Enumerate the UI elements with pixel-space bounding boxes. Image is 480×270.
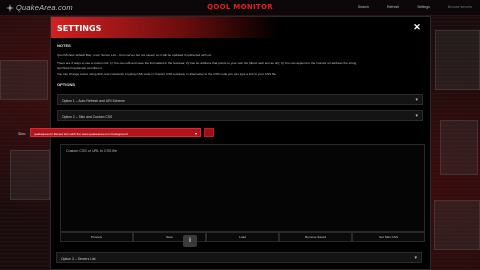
load-button[interactable]: Load — [206, 232, 279, 242]
note-line: There are 3 ways to use a custom list: 1… — [57, 61, 357, 65]
get-skin-css-button[interactable]: Get Skin CSS — [352, 232, 425, 242]
nav-refresh[interactable]: Refresh — [387, 5, 399, 9]
chevron-down-icon: ▾ — [415, 113, 418, 119]
accordion-option-1[interactable]: Option 1 – Auto Refresh and URI Scheme ▾ — [57, 94, 423, 105]
quake-logo-icon — [6, 3, 14, 12]
accordion-option-2[interactable]: Option 2 – Skin and Custom CSS ▾ — [57, 110, 423, 121]
custom-css-placeholder: Custom CSS or URL to CSS file — [66, 149, 117, 153]
accordion-label: Option 2 – Skin and Custom CSS — [62, 114, 113, 119]
app-title: QOOL MONITOR — [207, 3, 273, 11]
accordion-label: Option 3 – Servers List — [61, 256, 96, 261]
notes-title: NOTES — [57, 43, 71, 48]
nav-search[interactable]: Search — [358, 5, 369, 9]
note-line: &p=https://mydomain.com/list.txt — [57, 66, 102, 70]
nav-browse-servers[interactable]: Browse servers — [448, 5, 472, 9]
note-line: Qool Monitor default filter: mod, Server… — [57, 53, 212, 57]
skin-label: Skin: — [18, 132, 26, 136]
background-tile — [440, 120, 478, 175]
background-tile — [435, 30, 480, 90]
note-line: You can change colors using Skin and cus… — [57, 72, 276, 76]
accordion-option-3[interactable]: Option 3 – Servers List ▾ — [56, 252, 422, 263]
info-button[interactable]: i — [183, 235, 197, 247]
css-button-row: Preview Save Load Remove Saved Get Skin … — [60, 232, 425, 242]
site-name: QuakeArea.com — [16, 3, 73, 12]
background-tile — [434, 200, 480, 250]
background-tile — [10, 150, 50, 200]
skin-select[interactable]: quakearea.rtc.flamed skin with the www.q… — [30, 128, 201, 137]
skin-select-value: quakearea.rtc.flamed skin with the www.q… — [34, 131, 128, 136]
top-nav: Search Refresh Settings Browse servers — [358, 5, 472, 9]
custom-css-textarea[interactable]: Custom CSS or URL to CSS file — [60, 144, 425, 232]
top-bar: QuakeArea.com QOOL MONITOR Search Refres… — [0, 0, 480, 16]
chevron-down-icon: ▾ — [194, 130, 197, 136]
chevron-down-icon: ▾ — [415, 97, 418, 103]
chevron-down-icon: ▾ — [414, 255, 417, 261]
site-logo[interactable]: QuakeArea.com — [6, 3, 73, 12]
close-button[interactable]: ✕ — [412, 22, 422, 32]
options-title: OPTIONS — [57, 82, 76, 87]
remove-saved-button[interactable]: Remove Saved — [279, 232, 352, 242]
modal-header — [51, 17, 430, 38]
background-tile — [0, 60, 48, 100]
accordion-label: Option 1 – Auto Refresh and URI Scheme — [62, 98, 125, 103]
preview-button[interactable]: Preview — [60, 232, 133, 242]
nav-settings[interactable]: Settings — [417, 5, 430, 9]
modal-title: SETTINGS — [57, 24, 102, 33]
skin-apply-button[interactable] — [204, 128, 214, 137]
